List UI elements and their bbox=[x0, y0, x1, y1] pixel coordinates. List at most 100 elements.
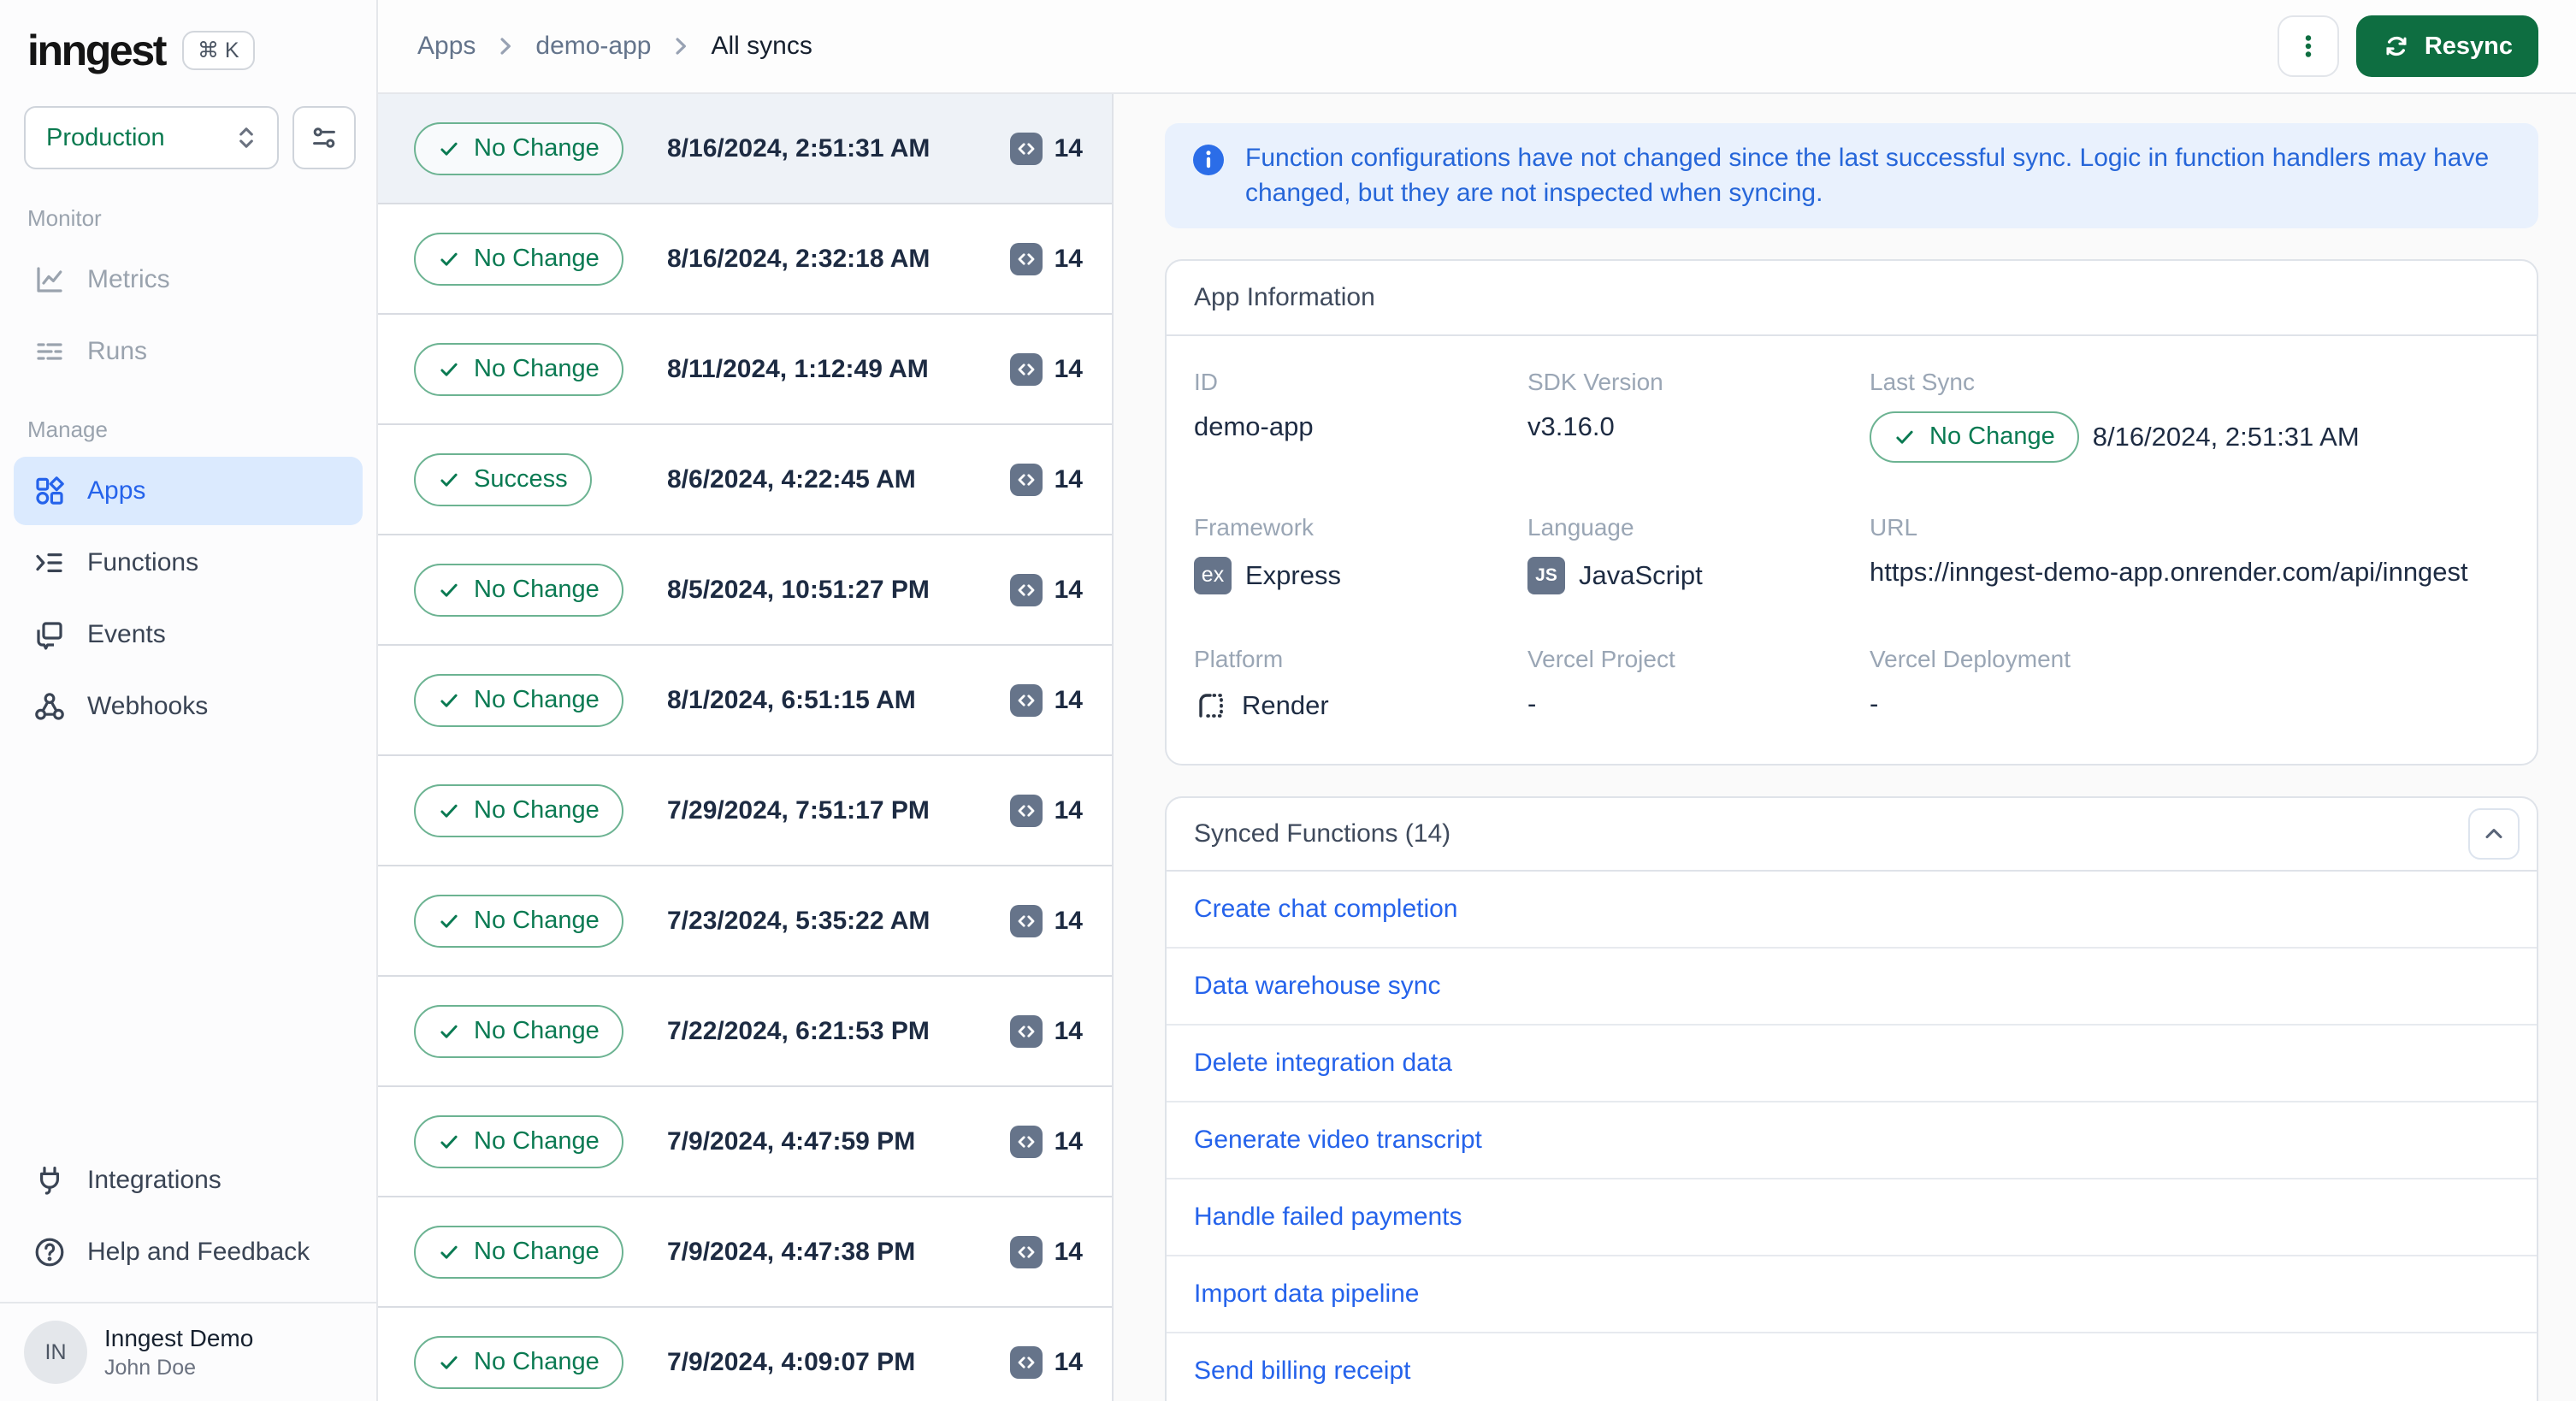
sync-row[interactable]: No Change 7/9/2024, 4:47:59 PM 14 bbox=[378, 1087, 1112, 1197]
sync-date: 7/9/2024, 4:47:38 PM bbox=[667, 1237, 916, 1266]
sync-date: 7/29/2024, 7:51:17 PM bbox=[667, 795, 930, 825]
field-label: SDK Version bbox=[1527, 368, 1663, 395]
field-value: demo-app bbox=[1194, 411, 1314, 441]
field-label: Platform bbox=[1194, 645, 1284, 672]
status-badge: No Change bbox=[414, 1335, 623, 1389]
field-id: ID demo-app bbox=[1194, 369, 1527, 463]
avatar: IN bbox=[24, 1321, 87, 1384]
more-options-button[interactable] bbox=[2277, 15, 2339, 77]
sync-date: 8/6/2024, 4:22:45 AM bbox=[667, 464, 916, 494]
function-link[interactable]: Create chat completion bbox=[1194, 895, 1458, 924]
command-k-shortcut[interactable]: ⌘ K bbox=[181, 31, 255, 70]
resync-label: Resync bbox=[2424, 32, 2513, 60]
field-label: Vercel Project bbox=[1527, 645, 1675, 672]
sync-date: 7/23/2024, 5:35:22 AM bbox=[667, 906, 931, 935]
resync-button[interactable]: Resync bbox=[2355, 15, 2538, 77]
sidebar-item-events[interactable]: Events bbox=[14, 600, 363, 669]
content: No Change 8/16/2024, 2:51:31 AM 14 No Ch… bbox=[378, 94, 2576, 1401]
sync-row[interactable]: No Change 8/1/2024, 6:51:15 AM 14 bbox=[378, 646, 1112, 756]
function-link[interactable]: Import data pipeline bbox=[1194, 1280, 1420, 1309]
app-information-panel: App Information ID demo-app SDK Version … bbox=[1165, 258, 2538, 766]
sync-row[interactable]: No Change 7/29/2024, 7:51:17 PM 14 bbox=[378, 756, 1112, 866]
function-link[interactable]: Delete integration data bbox=[1194, 1049, 1452, 1078]
function-count: 14 bbox=[1009, 132, 1083, 165]
plug-icon bbox=[32, 1163, 67, 1197]
sidebar-item-label: Apps bbox=[87, 476, 146, 505]
events-icon bbox=[32, 618, 67, 652]
info-banner: Function configurations have not changed… bbox=[1165, 123, 2538, 228]
status-badge: No Change bbox=[1870, 411, 2079, 463]
status-badge: No Change bbox=[414, 1225, 623, 1279]
sync-row[interactable]: No Change 8/16/2024, 2:51:31 AM 14 bbox=[378, 94, 1112, 204]
sync-row[interactable]: No Change 8/5/2024, 10:51:27 PM 14 bbox=[378, 535, 1112, 646]
environment-selector[interactable]: Production bbox=[24, 106, 279, 169]
function-link[interactable]: Generate video transcript bbox=[1194, 1126, 1482, 1155]
collapse-panel-button[interactable] bbox=[2468, 807, 2520, 860]
main-area: Apps demo-app All syncs Resync No Change… bbox=[378, 0, 2576, 1401]
sync-date: 8/16/2024, 2:51:31 AM bbox=[667, 133, 931, 163]
field-label: Language bbox=[1527, 513, 1634, 541]
function-link[interactable]: Handle failed payments bbox=[1194, 1203, 1462, 1232]
field-label: ID bbox=[1194, 368, 1218, 395]
field-label: Vercel Deployment bbox=[1870, 645, 2071, 672]
field-value: ex Express bbox=[1194, 556, 1527, 594]
sidebar-item-runs[interactable]: Runs bbox=[14, 317, 363, 386]
field-sdk-version: SDK Version v3.16.0 bbox=[1527, 369, 1870, 463]
code-icon bbox=[1009, 904, 1043, 937]
user-org: Inngest Demo bbox=[104, 1324, 254, 1351]
functions-icon bbox=[32, 546, 67, 580]
check-icon bbox=[440, 473, 458, 487]
code-icon bbox=[1009, 1345, 1043, 1379]
code-icon bbox=[1009, 683, 1043, 717]
field-label: Last Sync bbox=[1870, 368, 1975, 395]
function-link[interactable]: Send billing receipt bbox=[1194, 1357, 1411, 1386]
field-value: https://inngest-demo-app.onrender.com/ap… bbox=[1870, 556, 2468, 587]
function-count: 14 bbox=[1009, 1014, 1083, 1048]
sync-row[interactable]: No Change 8/16/2024, 2:32:18 AM 14 bbox=[378, 204, 1112, 315]
status-badge: No Change bbox=[414, 894, 623, 948]
check-icon bbox=[440, 914, 458, 928]
sidebar-item-apps[interactable]: Apps bbox=[14, 457, 363, 525]
sync-row[interactable]: No Change 8/11/2024, 1:12:49 AM 14 bbox=[378, 315, 1112, 425]
sync-row[interactable]: Success 8/6/2024, 4:22:45 AM 14 bbox=[378, 425, 1112, 535]
code-icon bbox=[1009, 1235, 1043, 1268]
sidebar-item-label: Runs bbox=[87, 337, 148, 365]
sidebar-item-functions[interactable]: Functions bbox=[14, 529, 363, 597]
sidebar-item-integrations[interactable]: Integrations bbox=[14, 1146, 363, 1215]
apps-grid-icon bbox=[32, 474, 67, 508]
status-badge: No Change bbox=[414, 232, 623, 286]
sidebar-item-help[interactable]: Help and Feedback bbox=[14, 1218, 363, 1286]
user-menu[interactable]: IN Inngest Demo John Doe bbox=[0, 1302, 376, 1401]
function-link[interactable]: Data warehouse sync bbox=[1194, 972, 1441, 1001]
sync-date: 8/16/2024, 2:32:18 AM bbox=[667, 244, 931, 273]
sidebar-item-label: Help and Feedback bbox=[87, 1238, 310, 1266]
environment-settings-button[interactable] bbox=[292, 106, 356, 169]
sync-row[interactable]: No Change 7/23/2024, 5:35:22 AM 14 bbox=[378, 866, 1112, 977]
status-badge: No Change bbox=[414, 1004, 623, 1058]
sync-row[interactable]: No Change 7/22/2024, 6:21:53 PM 14 bbox=[378, 977, 1112, 1087]
check-icon bbox=[440, 804, 458, 818]
help-circle-icon bbox=[32, 1235, 67, 1269]
code-icon bbox=[1009, 463, 1043, 496]
javascript-icon: JS bbox=[1527, 556, 1565, 594]
sync-date: 7/9/2024, 4:47:59 PM bbox=[667, 1126, 916, 1156]
user-name: John Doe bbox=[104, 1355, 197, 1380]
sidebar-item-label: Events bbox=[87, 620, 166, 648]
check-icon bbox=[440, 694, 458, 707]
sync-date: 7/9/2024, 4:09:07 PM bbox=[667, 1347, 916, 1376]
check-icon bbox=[440, 1356, 458, 1369]
status-badge: No Change bbox=[414, 342, 623, 396]
kebab-dots-icon bbox=[2293, 31, 2324, 62]
inngest-logo: inngest bbox=[27, 27, 167, 74]
breadcrumb-demo-app[interactable]: demo-app bbox=[535, 32, 651, 61]
sync-row[interactable]: No Change 7/9/2024, 4:09:07 PM 14 bbox=[378, 1308, 1112, 1401]
sync-row[interactable]: No Change 7/9/2024, 4:47:38 PM 14 bbox=[378, 1197, 1112, 1308]
code-icon bbox=[1009, 794, 1043, 827]
breadcrumb-apps[interactable]: Apps bbox=[417, 32, 476, 61]
code-icon bbox=[1009, 1125, 1043, 1158]
check-icon bbox=[440, 252, 458, 266]
function-count: 14 bbox=[1009, 683, 1083, 717]
field-vercel-project: Vercel Project - bbox=[1527, 646, 1870, 723]
sidebar-item-metrics[interactable]: Metrics bbox=[14, 245, 363, 314]
sidebar-item-webhooks[interactable]: Webhooks bbox=[14, 672, 363, 741]
